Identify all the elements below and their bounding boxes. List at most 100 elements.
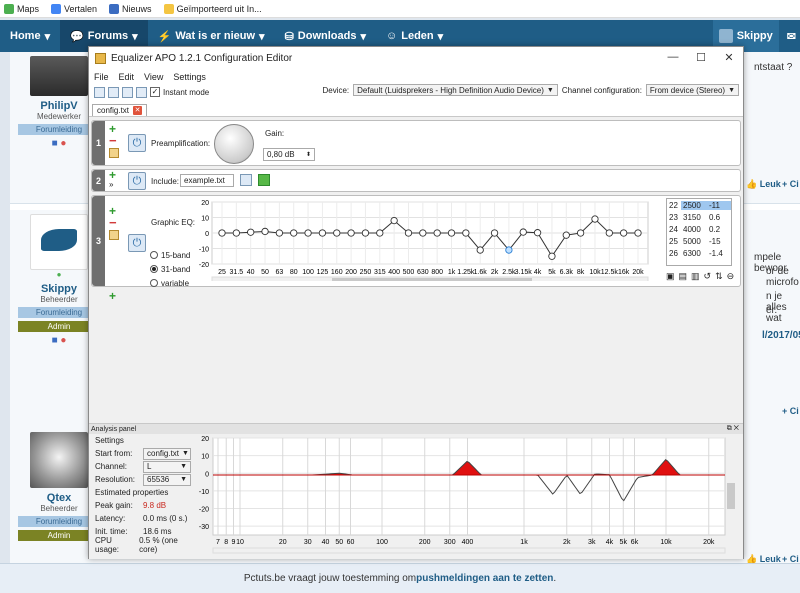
push-notification-link[interactable]: pushmeldingen aan te zetten xyxy=(416,573,553,584)
table-row[interactable]: 25 5000 -15 xyxy=(667,235,731,247)
undock-icon[interactable]: ⧉ ✕ xyxy=(727,425,739,433)
bookmark-vertalen[interactable]: Vertalen xyxy=(51,3,97,14)
scrollbar-thumb xyxy=(332,278,532,281)
reset-icon[interactable]: ↺ xyxy=(704,271,712,282)
eq-point xyxy=(634,229,642,237)
table-cell: 25 xyxy=(669,236,678,246)
menu-view[interactable]: View xyxy=(144,72,163,82)
avatar[interactable] xyxy=(30,432,88,488)
radio-31-band[interactable]: 31-band xyxy=(150,263,190,275)
tab-config[interactable]: config.txt ✕ xyxy=(92,104,148,116)
eq-band-table[interactable]: 22 2500 -11 23 3150 0.6 24 4000 0.2 25 5000 -15 26 63… xyxy=(666,198,732,266)
channel-select[interactable]: L ▼ xyxy=(143,460,191,473)
radio-variable[interactable]: variable xyxy=(150,277,190,289)
quote-button[interactable]: + Ci xyxy=(782,179,799,189)
mail-icon[interactable]: ✉ xyxy=(787,30,796,43)
avatar xyxy=(718,29,733,43)
block-number: 2 xyxy=(92,170,105,191)
x-tick-label: 10k xyxy=(589,269,601,276)
bookmark-imported[interactable]: Geïmporteerd uit In... xyxy=(163,3,262,14)
clear-icon[interactable]: ⊖ xyxy=(727,271,735,282)
y-tick-label: -10 xyxy=(199,247,209,254)
gain-label: Gain: xyxy=(265,129,285,138)
minimize-button[interactable]: — xyxy=(659,47,687,67)
maps-icon xyxy=(4,3,14,14)
equalizer-window: Equalizer APO 1.2.1 Configuration Editor… xyxy=(88,46,744,559)
nav-home[interactable]: Home ▾ xyxy=(0,20,60,52)
x-tick-label: 800 xyxy=(431,269,443,276)
x-tick-label: 1k xyxy=(448,269,456,276)
cpu-usage-value: 0.5 % (one core) xyxy=(139,535,178,554)
radio-15-band[interactable]: 15-band xyxy=(150,249,190,261)
include-file-input[interactable]: example.txt xyxy=(180,174,234,187)
device-select[interactable]: Default (Luidsprekers - High Definition … xyxy=(353,84,558,96)
eq-point xyxy=(347,229,355,237)
add-icon[interactable]: + xyxy=(109,169,116,181)
remove-icon[interactable]: − xyxy=(109,216,119,229)
upload-arrow-icon[interactable] xyxy=(258,174,270,186)
chevron-down-icon: ▾ xyxy=(259,30,265,43)
eq-point xyxy=(490,229,499,237)
power-toggle[interactable]: ⏻ xyxy=(128,134,146,152)
close-button[interactable]: ✕ xyxy=(715,47,743,67)
add-filter-button[interactable]: + xyxy=(109,290,116,302)
chevron-down-icon: ▾ xyxy=(44,30,51,43)
channel-config-select[interactable]: From device (Stereo) ▼ xyxy=(645,84,739,96)
x-tick-label: 1.25k xyxy=(457,269,475,276)
table-row[interactable]: 24 4000 0.2 xyxy=(667,223,731,235)
x-tick-label: 500 xyxy=(403,269,415,276)
quote-button[interactable]: + Ci xyxy=(782,406,799,416)
copy-icon[interactable]: ▥ xyxy=(691,271,700,282)
invert-icon[interactable]: ⇅ xyxy=(715,271,723,282)
remove-icon[interactable]: − xyxy=(109,134,119,147)
y-tick-label: 0 xyxy=(205,231,209,238)
table-cell: 23 xyxy=(669,212,678,222)
stepper-icon[interactable]: ⬍ xyxy=(306,151,311,158)
like-button[interactable]: 👍 Leuk xyxy=(746,179,781,190)
open-folder-icon[interactable] xyxy=(240,174,252,186)
instant-mode-checkbox[interactable]: ✓ xyxy=(150,87,160,97)
resolution-select[interactable]: 65536 ▼ xyxy=(143,473,191,486)
save-as-icon[interactable] xyxy=(136,86,147,98)
horizontal-scrollbar xyxy=(212,547,726,554)
table-row[interactable]: 23 3150 0.6 xyxy=(667,211,731,223)
gain-knob[interactable] xyxy=(214,124,254,164)
save-file-icon[interactable] xyxy=(122,86,133,98)
import-icon[interactable]: ▤ xyxy=(679,271,688,282)
save-icon[interactable]: ▣ xyxy=(666,271,675,282)
start-from-select[interactable]: config.txt ▼ xyxy=(143,447,191,460)
avatar[interactable] xyxy=(30,214,88,270)
expand-icon[interactable]: » xyxy=(109,180,116,189)
x-tick-label: 2k xyxy=(563,539,571,546)
close-icon[interactable]: ✕ xyxy=(133,106,143,115)
y-tick-label: -30 xyxy=(199,524,209,531)
table-row[interactable]: 26 6300 -1.4 xyxy=(667,247,731,259)
gain-input[interactable]: 0,80 dB ⬍ xyxy=(263,148,315,161)
x-tick-label: 3.15k xyxy=(515,269,533,276)
eq-point xyxy=(576,229,585,237)
edit-icon[interactable] xyxy=(109,230,119,240)
window-titlebar[interactable]: Equalizer APO 1.2.1 Configuration Editor… xyxy=(89,47,743,69)
avatar[interactable] xyxy=(30,56,88,96)
graphic-eq-chart[interactable]: 20100-10-2025 31.5 40 50 63 80 100 125 160 200 250… xyxy=(196,197,662,281)
analysis-panel: Analysis panel ⧉ ✕ Settings Start from: co… xyxy=(89,423,743,559)
eq-point xyxy=(376,229,384,237)
power-toggle[interactable]: ⏻ xyxy=(128,234,146,252)
maximize-button[interactable]: ☐ xyxy=(687,47,715,67)
news-icon xyxy=(109,3,120,14)
open-file-icon[interactable] xyxy=(108,86,119,98)
menu-file[interactable]: File xyxy=(94,72,109,82)
menu-settings[interactable]: Settings xyxy=(173,72,206,82)
x-tick-label: 80 xyxy=(290,269,298,276)
table-row[interactable]: 22 2500 -11 xyxy=(667,199,731,211)
post-link[interactable]: l/2017/05/2 xyxy=(762,330,800,341)
bookmark-maps[interactable]: Maps xyxy=(4,3,39,14)
block-number: 1 xyxy=(92,121,105,165)
menu-edit[interactable]: Edit xyxy=(119,72,135,82)
bookmark-nieuws[interactable]: Nieuws xyxy=(109,3,152,14)
new-file-icon[interactable] xyxy=(94,86,105,98)
frequency-response-chart[interactable]: 20100-10-20-307 8 9 10 20 30 40 50 60 100 200 300 40… xyxy=(195,435,741,557)
power-toggle[interactable]: ⏻ xyxy=(128,172,146,190)
edit-icon[interactable] xyxy=(109,148,119,158)
y-tick-label: -20 xyxy=(199,262,209,269)
